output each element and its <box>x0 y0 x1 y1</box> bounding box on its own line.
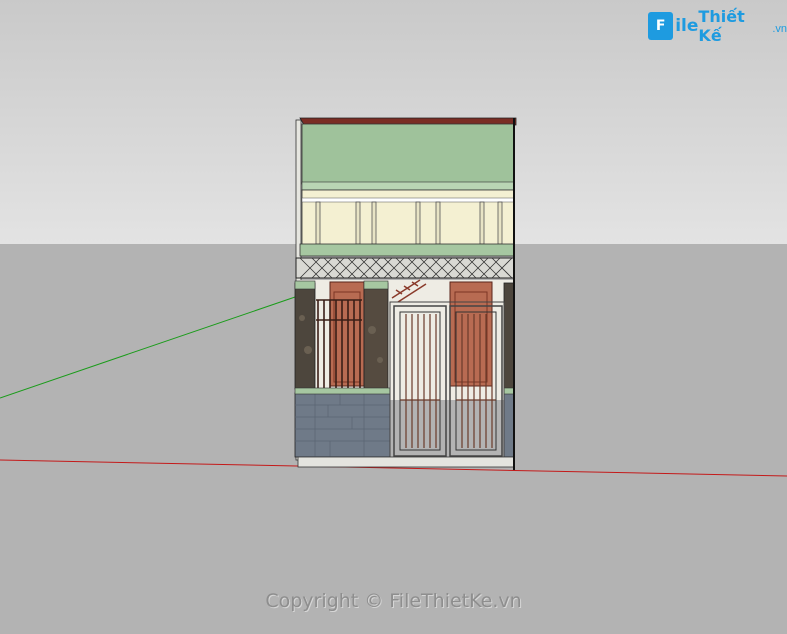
column-middle <box>363 282 389 390</box>
column-right <box>503 282 515 390</box>
stone-base-left <box>294 392 391 458</box>
sketchup-viewport[interactable]: F ile Thiết Kế .vn Copyright © FileThiet… <box>0 0 787 634</box>
column-left <box>294 282 316 390</box>
logo-file-text: ile <box>675 16 699 36</box>
copyright-watermark: Copyright © FileThietKe.vn <box>265 590 522 612</box>
upper-wall <box>301 123 515 185</box>
logo-tld-text: .vn <box>772 23 787 35</box>
plinth <box>297 456 515 468</box>
house-facade <box>294 117 517 470</box>
brand-logo: F ile Thiết Kế .vn <box>648 7 787 45</box>
house-model-scene <box>0 117 787 477</box>
green-axis <box>0 295 299 399</box>
logo-box-icon: F <box>648 12 674 40</box>
logo-brand-text: Thiết Kế <box>698 7 745 45</box>
wooden-door-left <box>329 281 365 387</box>
